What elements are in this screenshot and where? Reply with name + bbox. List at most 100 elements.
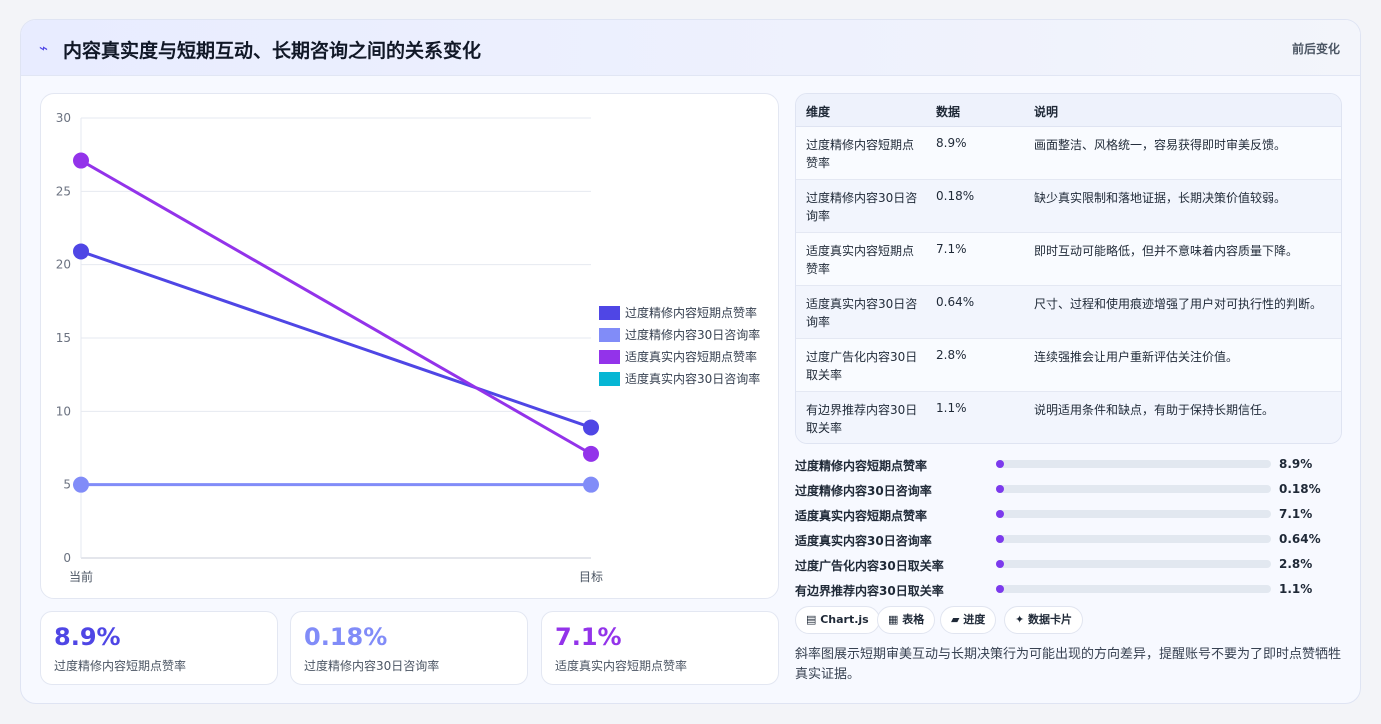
cell-description: 说明适用条件和缺点，有助于保持长期信任。 xyxy=(1034,403,1275,417)
chip-data-cards[interactable]: ✦ 数据卡片 xyxy=(1004,606,1084,634)
y-tick-label: 15 xyxy=(56,331,71,345)
cell-dimension: 适度真实内容短期点赞率 xyxy=(806,244,915,276)
progress-label: 适度真实内容30日咨询率 xyxy=(795,534,932,548)
progress-label: 过度精修内容短期点赞率 xyxy=(795,459,928,473)
table-row: 过度精修内容短期点赞率 8.9% 画面整洁、风格统一，容易获得即时审美反馈。 xyxy=(796,127,1341,180)
cell-value: 7.1% xyxy=(936,242,967,256)
kpi-label: 适度真实内容短期点赞率 xyxy=(555,659,688,673)
progress-label: 过度广告化内容30日取关率 xyxy=(795,559,944,573)
kpi-value: 7.1% xyxy=(555,623,622,651)
legend-swatch xyxy=(599,328,620,342)
y-tick-label: 30 xyxy=(56,111,71,125)
legend-swatch xyxy=(599,350,620,364)
cell-dimension: 过度精修内容短期点赞率 xyxy=(806,138,915,170)
table-header: 维度 数据 说明 xyxy=(796,94,1341,127)
chip-chartjs[interactable]: ▤ Chart.js xyxy=(795,606,880,634)
sparkline-icon: ⌁ xyxy=(39,39,49,57)
cell-value: 8.9% xyxy=(936,136,967,150)
progress-value: 0.64% xyxy=(1279,532,1321,546)
kpi-card: 7.1% 适度真实内容短期点赞率 xyxy=(541,611,779,685)
cell-value: 1.1% xyxy=(936,401,967,415)
header-tag: 前后变化 xyxy=(1291,42,1340,56)
progress-value: 1.1% xyxy=(1279,582,1313,596)
legend-swatch xyxy=(599,306,620,320)
progress-track xyxy=(996,485,1271,493)
series-line xyxy=(80,159,592,456)
legend-label: 过度精修内容短期点赞率 xyxy=(625,305,757,320)
data-point xyxy=(583,419,599,436)
progress-track xyxy=(996,535,1271,543)
data-point xyxy=(73,152,89,169)
progress-label: 过度精修内容30日咨询率 xyxy=(795,484,932,498)
kpi-card: 8.9% 过度精修内容短期点赞率 xyxy=(40,611,278,685)
y-tick-label: 25 xyxy=(56,184,71,198)
progress-row: 有边界推荐内容30日取关率 1.1% xyxy=(795,580,1355,598)
data-point xyxy=(73,476,89,493)
progress-track xyxy=(996,560,1271,568)
progress-fill xyxy=(996,560,1004,568)
cell-dimension: 适度真实内容30日咨询率 xyxy=(806,297,918,329)
y-tick-label: 10 xyxy=(56,404,71,418)
legend-label: 过度精修内容30日咨询率 xyxy=(625,327,760,342)
cell-description: 即时互动可能略低，但并不意味着内容质量下降。 xyxy=(1034,244,1299,258)
chip-table[interactable]: ▦ 表格 xyxy=(877,606,936,634)
y-tick-label: 5 xyxy=(63,478,71,492)
chart-note: 斜率图展示短期审美互动与长期决策行为可能出现的方向差异，提醒账号不要为了即时点赞… xyxy=(795,647,1342,682)
page-title: 内容真实度与短期互动、长期咨询之间的关系变化 xyxy=(63,40,482,62)
chip-progress[interactable]: ▰ 进度 xyxy=(940,606,997,634)
column-header: 数据 xyxy=(936,105,961,119)
legend-label: 适度真实内容短期点赞率 xyxy=(625,349,757,364)
cell-description: 连续强推会让用户重新评估关注价值。 xyxy=(1034,350,1239,364)
table-row: 有边界推荐内容30日取关率 1.1% 说明适用条件和缺点，有助于保持长期信任。 xyxy=(796,392,1341,443)
cell-description: 缺少真实限制和落地证据，长期决策价值较弱。 xyxy=(1034,191,1287,205)
table-row: 过度精修内容30日咨询率 0.18% 缺少真实限制和落地证据，长期决策价值较弱。 xyxy=(796,180,1341,233)
progress-row: 适度真实内容短期点赞率 7.1% xyxy=(795,505,1355,523)
cell-value: 0.18% xyxy=(936,189,975,203)
cell-dimension: 过度精修内容30日咨询率 xyxy=(806,191,918,223)
x-tick-label: 目标 xyxy=(579,570,603,584)
chart-svg: 0 5 10 15 20 25 30 当前 目标 过度精修内容短期点赞率过度精修内容30日咨询率适… xyxy=(56,111,761,584)
kpi-label: 过度精修内容短期点赞率 xyxy=(54,659,187,673)
kpi-value: 0.18% xyxy=(304,623,388,651)
data-table: 维度 数据 说明 过度精修内容短期点赞率 8.9% 画面整洁、风格统一，容易获得… xyxy=(795,93,1342,444)
data-point xyxy=(73,243,89,260)
legend-swatch xyxy=(599,372,620,386)
progress-track xyxy=(996,460,1271,468)
cell-description: 尺寸、过程和使用痕迹增强了用户对可执行性的判断。 xyxy=(1034,297,1323,311)
cell-value: 0.64% xyxy=(936,295,975,309)
progress-track xyxy=(996,510,1271,518)
table-row: 适度真实内容30日咨询率 0.64% 尺寸、过程和使用痕迹增强了用户对可执行性的… xyxy=(796,286,1341,339)
progress-label: 有边界推荐内容30日取关率 xyxy=(795,584,944,598)
column-header: 说明 xyxy=(1034,105,1059,119)
data-point xyxy=(583,476,599,493)
cell-value: 2.8% xyxy=(936,348,967,362)
kpi-value: 8.9% xyxy=(54,623,121,651)
legend-label: 适度真实内容30日咨询率 xyxy=(625,371,760,386)
progress-value: 2.8% xyxy=(1279,557,1313,571)
y-tick-label: 0 xyxy=(63,551,71,565)
progress-track xyxy=(996,585,1271,593)
cell-description: 画面整洁、风格统一，容易获得即时审美反馈。 xyxy=(1034,138,1287,152)
progress-fill xyxy=(996,510,1004,518)
cell-dimension: 过度广告化内容30日取关率 xyxy=(806,350,918,382)
table-row: 适度真实内容短期点赞率 7.1% 即时互动可能略低，但并不意味着内容质量下降。 xyxy=(796,233,1341,286)
progress-fill xyxy=(996,585,1004,593)
progress-value: 0.18% xyxy=(1279,482,1321,496)
progress-label: 适度真实内容短期点赞率 xyxy=(795,509,928,523)
progress-value: 7.1% xyxy=(1279,507,1313,521)
kpi-card: 0.18% 过度精修内容30日咨询率 xyxy=(290,611,528,685)
progress-fill xyxy=(996,460,1004,468)
progress-row: 适度真实内容30日咨询率 0.64% xyxy=(795,530,1355,548)
cell-dimension: 有边界推荐内容30日取关率 xyxy=(806,403,918,435)
progress-row: 过度精修内容短期点赞率 8.9% xyxy=(795,455,1355,473)
report-card: ⌁ 内容真实度与短期互动、长期咨询之间的关系变化 前后变化 0 5 10 15 20 25… xyxy=(20,19,1361,704)
progress-fill xyxy=(996,535,1004,543)
data-point xyxy=(583,445,599,462)
card-header: ⌁ 内容真实度与短期互动、长期咨询之间的关系变化 前后变化 xyxy=(21,20,1360,76)
progress-fill xyxy=(996,485,1004,493)
y-tick-label: 20 xyxy=(56,258,71,272)
progress-value: 8.9% xyxy=(1279,457,1313,471)
progress-row: 过度广告化内容30日取关率 2.8% xyxy=(795,555,1355,573)
table-row: 过度广告化内容30日取关率 2.8% 连续强推会让用户重新评估关注价值。 xyxy=(796,339,1341,392)
x-tick-label: 当前 xyxy=(69,569,93,584)
